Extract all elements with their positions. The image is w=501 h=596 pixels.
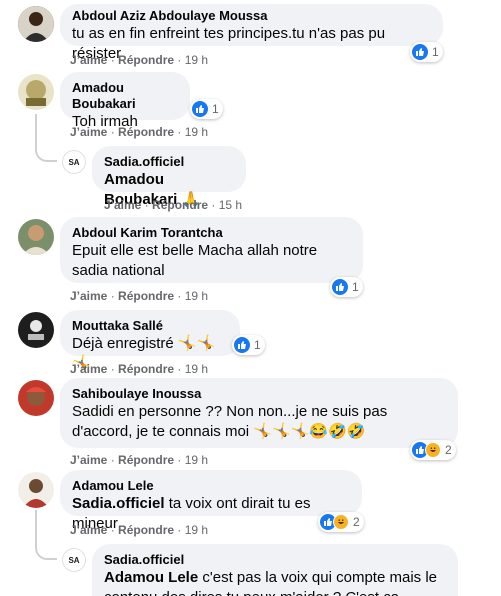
- timestamp[interactable]: 19 h: [185, 523, 208, 537]
- separator: ·: [211, 198, 216, 212]
- comment-author[interactable]: Amadou Boubakari: [72, 80, 178, 112]
- reply-bubble: Sadia.officiel Adamou Lele c'est pas la …: [92, 544, 458, 596]
- separator: ·: [110, 523, 115, 537]
- like-button[interactable]: J’aime: [70, 523, 107, 537]
- reaction-summary[interactable]: 1: [330, 277, 363, 297]
- comment-author[interactable]: Mouttaka Sallé: [72, 318, 228, 334]
- comment-author[interactable]: Sadia.officiel: [104, 552, 446, 568]
- avatar[interactable]: [18, 380, 54, 416]
- separator: ·: [110, 289, 115, 303]
- reaction-summary[interactable]: 2: [318, 512, 364, 532]
- comment-text: Sadidi en personne ?? Non non...je ne su…: [72, 403, 388, 440]
- comment-author[interactable]: Adamou Lele: [72, 478, 350, 494]
- timestamp[interactable]: 19 h: [185, 289, 208, 303]
- reaction-count: 1: [212, 102, 219, 116]
- separator: ·: [177, 453, 182, 467]
- reply-button[interactable]: Répondre: [118, 362, 174, 376]
- avatar[interactable]: [18, 312, 54, 348]
- like-icon: [332, 279, 348, 295]
- separator: ·: [177, 53, 182, 67]
- timestamp[interactable]: 19 h: [185, 362, 208, 376]
- separator: ·: [144, 198, 149, 212]
- avatar[interactable]: [18, 6, 54, 42]
- avatar[interactable]: [18, 472, 54, 508]
- comment-author[interactable]: Abdoul Karim Torantcha: [72, 225, 351, 241]
- mention-link[interactable]: Sadia.officiel: [72, 495, 165, 512]
- like-button[interactable]: J’aime: [104, 198, 141, 212]
- separator: ·: [110, 53, 115, 67]
- mention-link[interactable]: Adamou Lele: [104, 569, 198, 586]
- comment-bubble: Amadou Boubakari Toh irmah: [60, 72, 190, 130]
- reply-button[interactable]: Répondre: [118, 289, 174, 303]
- thread-line: [35, 510, 57, 560]
- separator: ·: [110, 362, 115, 376]
- comment-bubble: Adamou Lele Sadia.officiel ta voix ont d…: [60, 470, 362, 532]
- like-icon: [192, 101, 208, 117]
- like-icon: [412, 44, 428, 60]
- reply-button[interactable]: Répondre: [118, 53, 174, 67]
- reply-button[interactable]: Répondre: [118, 125, 174, 139]
- thread-line: [35, 114, 57, 162]
- reaction-count: 1: [352, 280, 359, 294]
- comment-actions: J’aime · Répondre · 19 h: [70, 124, 208, 140]
- comment-actions: J’aime · Répondre · 19 h: [70, 361, 208, 377]
- reaction-count: 1: [254, 338, 261, 352]
- haha-icon: [333, 514, 349, 530]
- reaction-count: 2: [353, 515, 360, 529]
- like-icon: [234, 337, 250, 353]
- comment-actions: J’aime · Répondre · 15 h: [104, 197, 242, 213]
- reply-button[interactable]: Répondre: [152, 198, 208, 212]
- separator: ·: [110, 125, 115, 139]
- comment-actions: J’aime · Répondre · 19 h: [70, 452, 208, 468]
- reaction-summary[interactable]: 1: [410, 42, 443, 62]
- comment-bubble: Abdoul Karim Torantcha Epuit elle est be…: [60, 217, 363, 283]
- timestamp[interactable]: 19 h: [185, 125, 208, 139]
- reaction-count: 1: [432, 45, 439, 59]
- comment-actions: J’aime · Répondre · 19 h: [70, 52, 208, 68]
- avatar[interactable]: [18, 74, 54, 110]
- comment-actions: J’aime · Répondre · 19 h: [70, 288, 208, 304]
- comment-bubble: Abdoul Aziz Abdoulaye Moussa tu as en fi…: [60, 4, 443, 62]
- comment-bubble: Mouttaka Sallé Déjà enregistré 🤸🤸🤸: [60, 310, 240, 372]
- page-avatar[interactable]: SA: [62, 150, 86, 174]
- timestamp[interactable]: 15 h: [219, 198, 242, 212]
- page-avatar[interactable]: SA: [62, 548, 86, 572]
- reaction-summary[interactable]: 2: [410, 440, 456, 460]
- comment-actions: J’aime · Répondre · 19 h: [70, 522, 208, 538]
- avatar[interactable]: [18, 219, 54, 255]
- comment-author[interactable]: Sahiboulaye Inoussa: [72, 386, 446, 402]
- separator: ·: [110, 453, 115, 467]
- separator: ·: [177, 362, 182, 376]
- like-button[interactable]: J’aime: [70, 362, 107, 376]
- like-button[interactable]: J’aime: [70, 453, 107, 467]
- comment-text: Epuit elle est belle Macha allah notre s…: [72, 242, 318, 279]
- reply-bubble: Sadia.officiel Amadou Boubakari 🙏: [92, 146, 246, 208]
- page-logo: SA: [62, 548, 86, 572]
- timestamp[interactable]: 19 h: [185, 53, 208, 67]
- like-button[interactable]: J’aime: [70, 125, 107, 139]
- comment-author[interactable]: Abdoul Aziz Abdoulaye Moussa: [72, 8, 431, 24]
- separator: ·: [177, 125, 182, 139]
- timestamp[interactable]: 19 h: [185, 453, 208, 467]
- reaction-summary[interactable]: 1: [190, 99, 223, 119]
- haha-icon: [425, 442, 441, 458]
- like-button[interactable]: J’aime: [70, 53, 107, 67]
- like-button[interactable]: J’aime: [70, 289, 107, 303]
- reaction-count: 2: [445, 443, 452, 457]
- comment-bubble: Sahiboulaye Inoussa Sadidi en personne ?…: [60, 378, 458, 448]
- reply-button[interactable]: Répondre: [118, 523, 174, 537]
- separator: ·: [177, 289, 182, 303]
- separator: ·: [177, 523, 182, 537]
- page-logo: SA: [62, 150, 86, 174]
- reply-button[interactable]: Répondre: [118, 453, 174, 467]
- reaction-summary[interactable]: 1: [232, 335, 265, 355]
- comment-author[interactable]: Sadia.officiel: [104, 154, 234, 170]
